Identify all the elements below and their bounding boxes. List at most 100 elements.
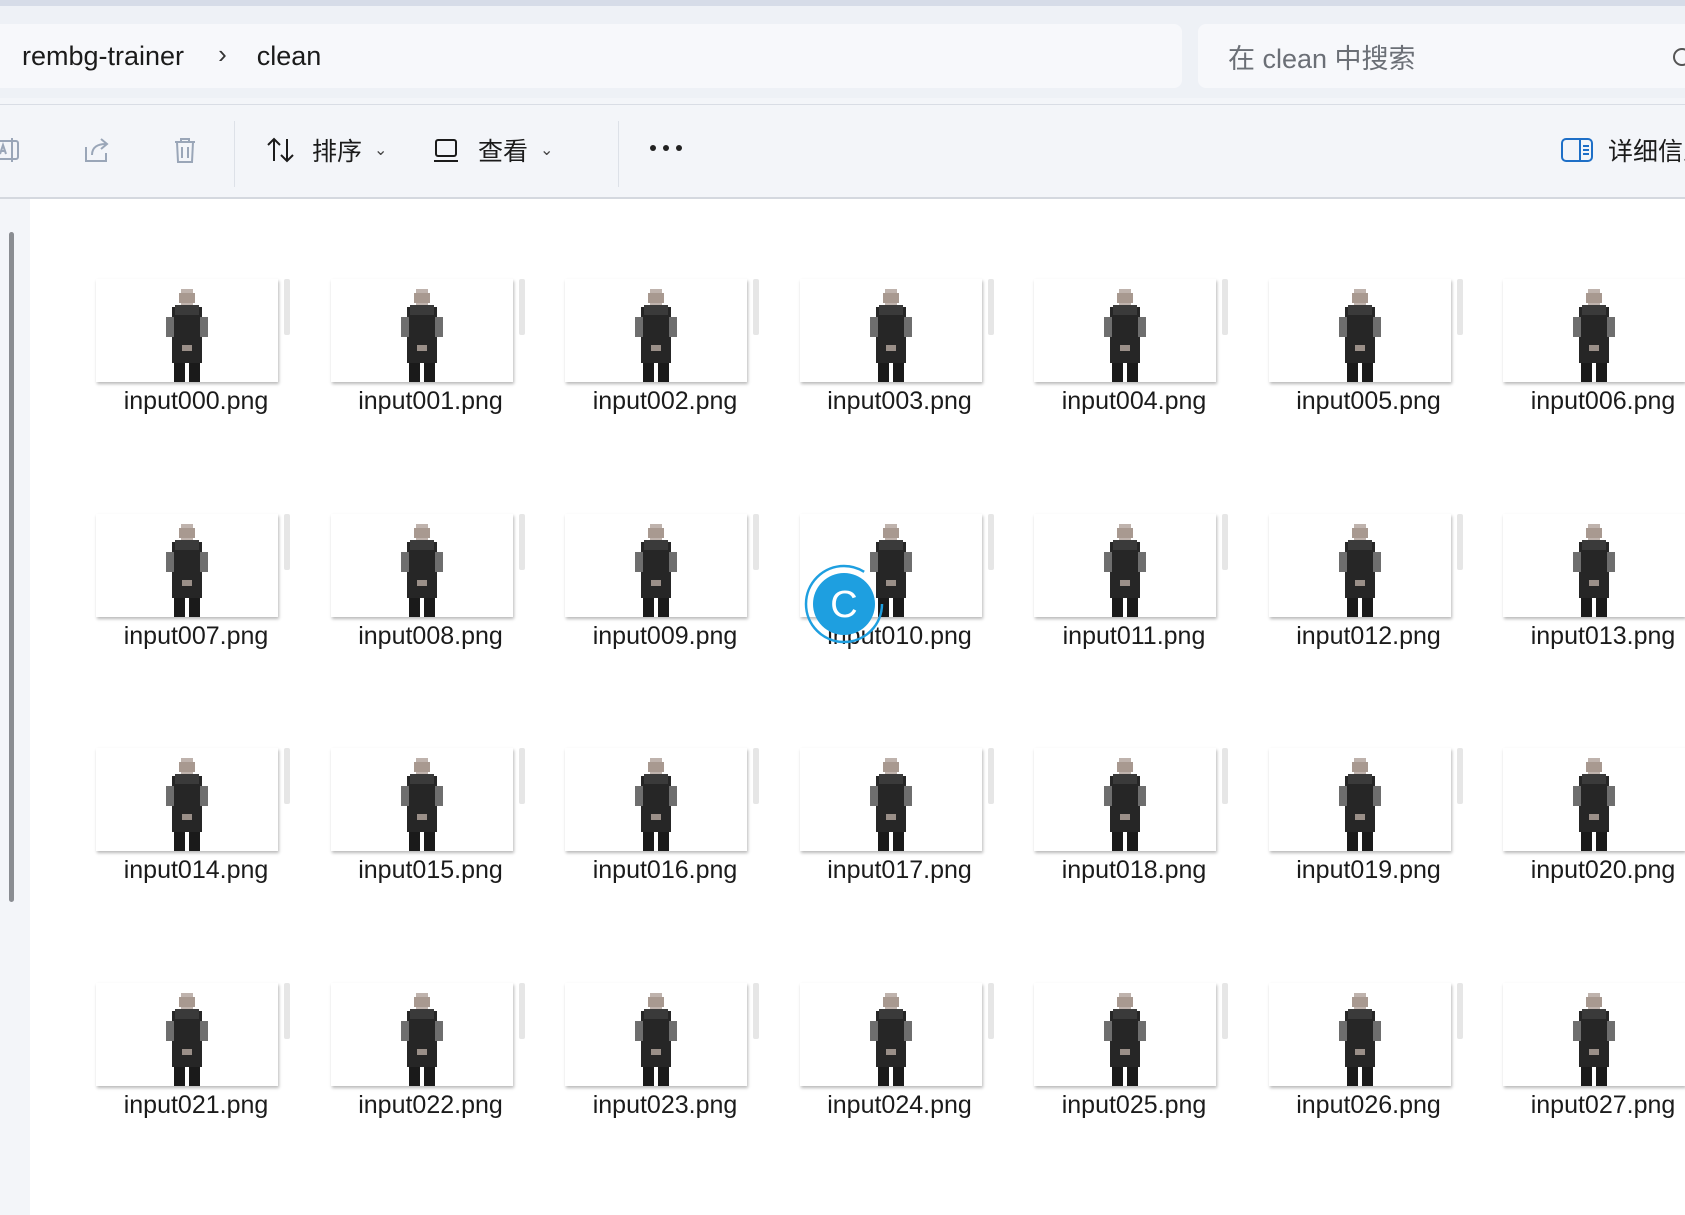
file-grid: input000.png input001.png input002.png inpu… <box>30 199 1685 1215</box>
file-thumbnail <box>96 513 278 617</box>
thumbnail-stack-edge <box>1222 982 1228 1039</box>
file-item[interactable]: input020.png <box>1485 748 1685 918</box>
thumbnail-stack-edge <box>284 748 290 804</box>
breadcrumb-item-clean[interactable]: clean <box>257 41 322 72</box>
file-item[interactable]: input004.png <box>1016 279 1252 449</box>
file-name: input007.png <box>123 621 269 650</box>
file-name: input014.png <box>123 856 269 884</box>
search-box[interactable]: 在 clean 中搜索 <box>1198 24 1685 88</box>
file-thumbnail <box>96 748 278 851</box>
sort-label: 排序 <box>312 138 363 166</box>
file-item[interactable]: input014.png <box>78 748 314 918</box>
file-thumbnail <box>96 279 278 382</box>
thumbnail-stack-edge <box>518 982 525 1039</box>
file-item[interactable]: input019.png <box>1251 748 1487 918</box>
sort-button[interactable]: 排序 ⌄ <box>264 127 387 173</box>
rename-icon[interactable] <box>0 133 24 167</box>
file-thumbnail <box>799 748 982 851</box>
thumbnail-stack-edge <box>518 279 525 335</box>
file-thumbnail <box>330 279 513 382</box>
file-thumbnail <box>1268 982 1451 1086</box>
thumbnail-stack-edge <box>987 513 994 570</box>
view-label: 查看 <box>478 138 529 166</box>
file-name: input011.png <box>1062 621 1206 650</box>
thumbnail-stack-edge <box>518 513 525 570</box>
view-icon <box>434 139 458 162</box>
file-name: input000.png <box>123 387 269 415</box>
file-item[interactable]: input021.png <box>78 982 314 1153</box>
file-thumbnail <box>799 982 982 1086</box>
file-item[interactable]: input015.png <box>313 748 549 918</box>
file-item[interactable]: input011.png <box>1016 513 1252 684</box>
navigation-pane-edge <box>0 199 30 1215</box>
file-thumbnail <box>330 982 513 1086</box>
thumbnail-stack-edge <box>284 513 290 570</box>
thumbnail-stack-edge <box>1456 982 1463 1039</box>
file-thumbnail <box>565 279 747 382</box>
file-name: input006.png <box>1530 387 1676 415</box>
file-name: input021.png <box>123 1090 269 1119</box>
file-item[interactable]: input025.png <box>1016 982 1252 1153</box>
file-item[interactable]: input009.png <box>547 513 783 684</box>
file-item[interactable]: input024.png <box>782 982 1018 1153</box>
file-item[interactable]: input008.png <box>313 513 549 684</box>
file-thumbnail <box>330 748 513 851</box>
file-thumbnail <box>1034 279 1216 382</box>
thumbnail-stack-edge <box>518 748 525 804</box>
file-item[interactable]: input005.png <box>1251 279 1487 449</box>
file-thumbnail <box>565 748 747 851</box>
file-item[interactable]: input026.png <box>1251 982 1487 1153</box>
file-item[interactable]: input016.png <box>547 748 783 918</box>
chevron-down-icon: ⌄ <box>540 142 554 159</box>
delete-icon[interactable] <box>168 133 202 167</box>
loading-cursor-icon: C <box>804 564 884 644</box>
file-name: input012.png <box>1296 621 1441 650</box>
chevron-right-icon[interactable]: › <box>218 39 227 70</box>
file-name: input017.png <box>827 856 972 884</box>
file-item[interactable]: input001.png <box>313 279 549 449</box>
file-thumbnail <box>565 513 747 617</box>
file-thumbnail <box>1503 279 1685 382</box>
search-icon[interactable] <box>1673 48 1685 66</box>
sort-icon <box>267 137 294 163</box>
file-thumbnail <box>1268 279 1451 382</box>
share-icon[interactable] <box>80 133 114 167</box>
search-input[interactable]: 在 clean 中搜索 <box>1228 37 1416 76</box>
file-item[interactable]: input023.png <box>547 982 783 1153</box>
file-item[interactable]: input013.png <box>1485 513 1685 684</box>
file-name: input009.png <box>592 621 738 650</box>
details-label: 详细信息 <box>1608 138 1685 166</box>
file-item[interactable]: input003.png <box>782 279 1018 449</box>
cursor-letter: C <box>830 584 857 626</box>
file-item[interactable]: input012.png <box>1251 513 1487 684</box>
vertical-scrollbar[interactable] <box>9 232 14 902</box>
file-thumbnail <box>1034 982 1216 1086</box>
breadcrumb-item-rembg-trainer[interactable]: rembg-trainer <box>22 41 184 72</box>
thumbnail-stack-edge <box>753 748 759 804</box>
file-item[interactable]: input007.png <box>78 513 314 684</box>
file-thumbnail <box>1034 748 1216 851</box>
file-name: input003.png <box>827 387 972 415</box>
details-pane-button[interactable]: 详细信息 <box>1560 127 1685 173</box>
more-icon[interactable] <box>650 145 682 151</box>
thumbnail-stack-edge <box>753 279 759 335</box>
thumbnail-stack-edge <box>1456 513 1463 570</box>
thumbnail-stack-edge <box>987 748 994 804</box>
file-item[interactable]: input017.png <box>782 748 1018 918</box>
file-thumbnail <box>1268 748 1451 851</box>
file-item[interactable]: input022.png <box>313 982 549 1153</box>
breadcrumb[interactable]: rembg-trainer › clean <box>0 24 1182 88</box>
file-item[interactable]: input000.png <box>78 279 314 449</box>
file-item[interactable]: input006.png <box>1485 279 1685 449</box>
file-name: input004.png <box>1061 387 1207 415</box>
file-name: input024.png <box>827 1090 972 1119</box>
toolbar-separator <box>234 121 235 187</box>
file-thumbnail <box>1503 748 1685 851</box>
chevron-down-icon: ⌄ <box>374 142 388 159</box>
file-name: input025.png <box>1061 1090 1207 1119</box>
file-item[interactable]: input027.png <box>1485 982 1685 1153</box>
thumbnail-stack-edge <box>1456 748 1463 804</box>
file-item[interactable]: input002.png <box>547 279 783 449</box>
view-button[interactable]: 查看 ⌄ <box>430 127 553 173</box>
file-item[interactable]: input018.png <box>1016 748 1252 918</box>
